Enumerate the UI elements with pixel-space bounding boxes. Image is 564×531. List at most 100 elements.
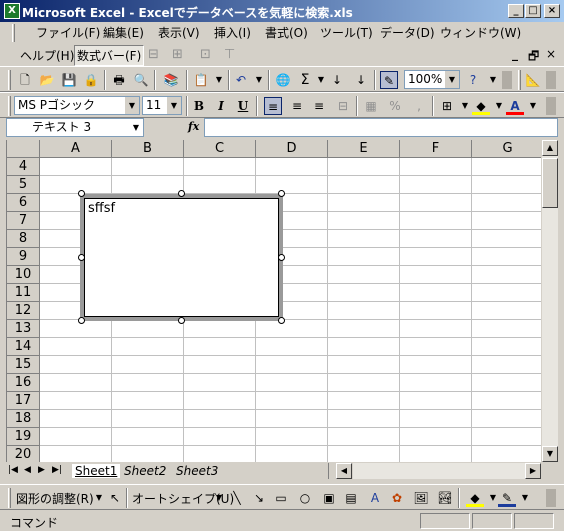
column-header-a[interactable]: A xyxy=(40,140,112,158)
line-icon[interactable]: ╲ xyxy=(228,489,246,507)
vertical-textbox-icon[interactable]: ▤ xyxy=(342,489,360,507)
font-color-icon[interactable]: A xyxy=(506,97,524,115)
row-header[interactable]: 8 xyxy=(7,230,40,248)
picture-icon[interactable]: 🏞 xyxy=(436,489,454,507)
column-header-d[interactable]: D xyxy=(256,140,328,158)
scroll-right-icon[interactable]: ▶ xyxy=(525,463,541,479)
scroll-thumb[interactable] xyxy=(542,158,558,208)
font-select[interactable]: MS Pゴシック ▼ xyxy=(14,96,140,115)
row-header[interactable]: 15 xyxy=(7,356,40,374)
fill-color-icon[interactable]: ◆ xyxy=(472,97,490,115)
resize-handle[interactable] xyxy=(278,190,285,197)
vertical-scrollbar[interactable]: ▲ ▼ xyxy=(542,140,558,462)
sheet-tab-3[interactable]: Sheet3 xyxy=(176,464,218,478)
italic-button[interactable]: I xyxy=(212,97,230,115)
rectangle-icon[interactable]: ▭ xyxy=(272,489,290,507)
first-sheet-icon[interactable]: |◀ xyxy=(8,465,18,475)
row-header[interactable]: 17 xyxy=(7,392,40,410)
menu-window[interactable]: ウィンドウ(W) xyxy=(440,24,521,41)
doc-minimize-button[interactable]: _ xyxy=(512,47,518,61)
sort-ascending-icon[interactable]: ↓ xyxy=(328,71,346,89)
toolbar-grip[interactable] xyxy=(8,96,11,116)
line-color-dropdown-icon[interactable]: ▼ xyxy=(516,489,534,507)
menu-insert[interactable]: 挿入(I) xyxy=(214,24,251,41)
chevron-down-icon[interactable]: ▼ xyxy=(167,97,181,114)
toolbar-grip[interactable] xyxy=(8,70,11,90)
select-pointer-icon[interactable]: ↖ xyxy=(106,489,124,507)
column-header-c[interactable]: C xyxy=(184,140,256,158)
row-header[interactable]: 16 xyxy=(7,374,40,392)
chart-icon[interactable]: 📐 xyxy=(524,71,542,89)
menu-file[interactable]: ファイル(F) xyxy=(36,24,100,41)
scroll-left-icon[interactable]: ◀ xyxy=(336,463,352,479)
resize-handle[interactable] xyxy=(278,317,285,324)
row-header[interactable]: 6 xyxy=(7,194,40,212)
toolbar-overflow-icon-2[interactable] xyxy=(546,71,556,89)
toolbar-overflow-icon[interactable] xyxy=(502,71,512,89)
column-header-f[interactable]: F xyxy=(400,140,472,158)
last-sheet-icon[interactable]: ▶| xyxy=(52,465,62,475)
select-all-corner[interactable] xyxy=(7,140,40,158)
zoom-select[interactable]: 100% ▼ xyxy=(404,70,460,89)
new-icon[interactable]: 🗋 xyxy=(16,71,34,89)
resize-handle[interactable] xyxy=(78,254,85,261)
chevron-down-icon[interactable]: ▼ xyxy=(129,119,143,136)
next-sheet-icon[interactable]: ▶ xyxy=(38,465,45,475)
arrow-icon[interactable]: ↘ xyxy=(250,489,268,507)
font-color-dropdown-icon[interactable]: ▼ xyxy=(524,97,542,115)
menu-tools[interactable]: ツール(T) xyxy=(320,24,373,41)
chevron-down-icon[interactable]: ▼ xyxy=(445,71,459,88)
autoshape-dropdown-icon[interactable]: ▼ xyxy=(210,489,228,507)
borders-icon[interactable]: ⊞ xyxy=(438,97,456,115)
row-header[interactable]: 18 xyxy=(7,410,40,428)
wordart-icon[interactable]: A xyxy=(366,489,384,507)
text-box-content[interactable]: sffsf xyxy=(88,201,115,216)
adjust-shapes-menu[interactable]: 図形の調整(R) xyxy=(16,490,94,507)
align-center-icon[interactable]: ≡ xyxy=(288,97,306,115)
column-header-g[interactable]: G xyxy=(472,140,541,158)
menu-help[interactable]: ヘルプ(H) xyxy=(20,47,74,64)
menu-format[interactable]: 書式(O) xyxy=(265,24,308,41)
research-icon[interactable]: 📚 xyxy=(162,71,180,89)
doc-restore-button[interactable]: 🗗 xyxy=(528,47,539,68)
paste-dropdown-icon[interactable]: ▼ xyxy=(210,71,228,89)
fx-icon[interactable]: fx xyxy=(188,120,199,133)
print-icon[interactable]: 🖶 xyxy=(110,71,128,89)
resize-handle[interactable] xyxy=(78,317,85,324)
sheet-tab-2[interactable]: Sheet2 xyxy=(124,464,166,478)
sheet-tab-1[interactable]: Sheet1 xyxy=(72,464,121,478)
chevron-down-icon[interactable]: ▼ xyxy=(125,97,139,114)
row-header[interactable]: 7 xyxy=(7,212,40,230)
font-size-select[interactable]: 11 ▼ xyxy=(142,96,182,115)
paste-icon[interactable]: 📋 xyxy=(192,71,210,89)
scroll-up-icon[interactable]: ▲ xyxy=(542,140,558,156)
oval-icon[interactable]: ○ xyxy=(296,489,314,507)
undo-dropdown-icon[interactable]: ▼ xyxy=(250,71,268,89)
toolbar-overflow-icon-3[interactable] xyxy=(546,97,556,115)
toolbar-grip[interactable] xyxy=(8,488,11,508)
minimize-button[interactable]: _ xyxy=(508,4,524,18)
column-header-e[interactable]: E xyxy=(328,140,400,158)
row-header[interactable]: 4 xyxy=(7,158,40,176)
permission-icon[interactable]: 🔒 xyxy=(82,71,100,89)
undo-icon[interactable]: ↶ xyxy=(232,71,250,89)
drawing-toggle-icon[interactable]: ✎ xyxy=(380,71,398,89)
resize-handle[interactable] xyxy=(178,190,185,197)
prev-sheet-icon[interactable]: ◀ xyxy=(24,465,31,475)
bold-button[interactable]: B xyxy=(190,97,208,115)
toolbar-grip[interactable] xyxy=(518,70,521,90)
row-header[interactable]: 5 xyxy=(7,176,40,194)
maximize-button[interactable]: □ xyxy=(525,4,541,18)
print-preview-icon[interactable]: 🔍 xyxy=(132,71,150,89)
menu-view[interactable]: 表示(V) xyxy=(158,24,200,41)
menu-edit[interactable]: 編集(E) xyxy=(103,24,144,41)
align-left-icon[interactable]: ≡ xyxy=(264,97,282,115)
row-header[interactable]: 20 xyxy=(7,446,40,462)
open-icon[interactable]: 📂 xyxy=(38,71,56,89)
toolbar-options-icon[interactable]: ▼ xyxy=(484,71,502,89)
underline-button[interactable]: U xyxy=(234,97,252,115)
line-color-icon[interactable]: ✎ xyxy=(498,489,516,507)
formula-input[interactable] xyxy=(204,118,558,137)
shape-fill-icon[interactable]: ◆ xyxy=(466,489,484,507)
clipart-icon[interactable]: 🖼 xyxy=(412,489,430,507)
